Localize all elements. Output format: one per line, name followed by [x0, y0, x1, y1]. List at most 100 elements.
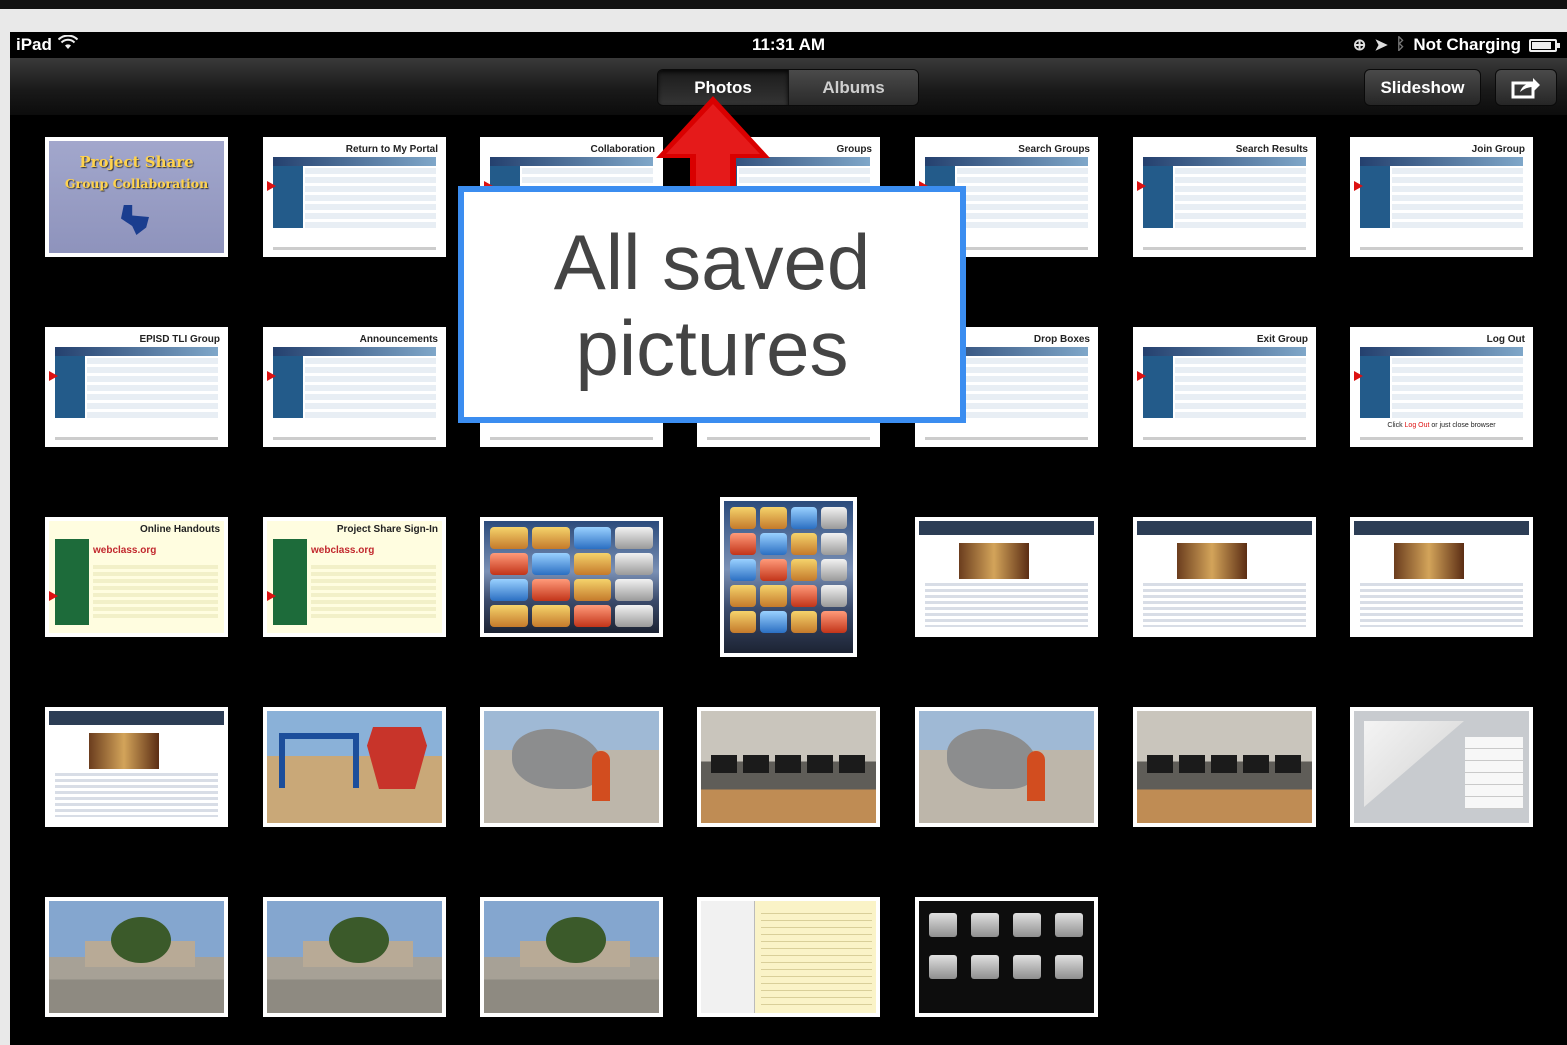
- page-curl: [1364, 721, 1464, 807]
- app-icon: [820, 611, 847, 633]
- photo-thumbnail[interactable]: Announcements: [263, 327, 446, 447]
- slide-sidebar: [273, 166, 303, 228]
- app-icon: [730, 507, 757, 529]
- photo-thumbnail[interactable]: [45, 897, 228, 1017]
- photo-thumbnail[interactable]: Exit Group: [1133, 327, 1316, 447]
- webclass-logo: webclass.org: [311, 545, 375, 556]
- slide-title: Join Group: [1471, 144, 1525, 155]
- photo-thumbnail[interactable]: Project Share Group Collaboration: [45, 137, 228, 257]
- photo-image: [1137, 711, 1312, 823]
- photo-image: Announcements: [267, 331, 442, 443]
- texas-star-logo: [121, 205, 149, 235]
- webclass-logo: webclass.org: [93, 545, 157, 556]
- app-icon: [760, 585, 787, 607]
- maps-menu: [1465, 737, 1523, 809]
- slide-title: Collaboration: [590, 144, 655, 155]
- photo-thumbnail[interactable]: EPISD TLI Group: [45, 327, 228, 447]
- photo-thumbnail[interactable]: Join Group: [1350, 137, 1533, 257]
- document-thumbnail: [929, 955, 957, 979]
- slide-footer: [273, 247, 436, 250]
- app-icon: [490, 527, 528, 549]
- photo-thumbnail[interactable]: Log Out Click Log Out or just close brows…: [1350, 327, 1533, 447]
- photo-thumbnail[interactable]: Online Handouts webclass.org: [45, 517, 228, 637]
- app-icon: [730, 611, 757, 633]
- photo-image: Join Group: [1354, 141, 1529, 253]
- document-thumbnail: [1055, 913, 1083, 937]
- photo-image: [1354, 521, 1529, 633]
- document-thumbnail: [971, 913, 999, 937]
- photo-image: [49, 711, 224, 823]
- computer-monitor: [1211, 755, 1237, 773]
- slide-sidebar: [55, 356, 85, 418]
- callout-text: All saved pictures: [553, 217, 871, 392]
- app-icon: [790, 585, 817, 607]
- slide-banner: [273, 347, 436, 356]
- photo-thumbnail[interactable]: [915, 707, 1098, 827]
- photo-thumbnail[interactable]: Project Share Sign-In webclass.org: [263, 517, 446, 637]
- web-header: [49, 711, 224, 725]
- playground-frame: [279, 733, 359, 788]
- tree: [546, 917, 606, 963]
- app-icon: [531, 553, 570, 575]
- photo-image: [724, 501, 853, 653]
- computer-monitor: [1147, 755, 1173, 773]
- photo-image: EPISD TLI Group: [49, 331, 224, 443]
- slide-body: [305, 358, 436, 418]
- photo-thumbnail[interactable]: [263, 707, 446, 827]
- sign-post: [1027, 751, 1045, 801]
- share-button[interactable]: [1495, 69, 1557, 106]
- slideshow-button[interactable]: Slideshow: [1364, 69, 1481, 106]
- photo-thumbnail[interactable]: [263, 897, 446, 1017]
- photo-image: [267, 901, 442, 1013]
- photo-thumbnail[interactable]: [697, 707, 880, 827]
- slide-body: [87, 358, 218, 418]
- app-icon: [490, 553, 528, 575]
- app-icon: [820, 585, 847, 607]
- red-pointer-icon: [1137, 371, 1146, 381]
- photo-thumbnail[interactable]: [1133, 517, 1316, 637]
- bluetooth-icon: ᛒ: [1395, 36, 1406, 53]
- app-icon: [490, 605, 528, 627]
- photo-thumbnail[interactable]: [480, 897, 663, 1017]
- document-thumbnail: [929, 913, 957, 937]
- photo-thumbnail[interactable]: [1350, 707, 1533, 827]
- slide-caption: Click Log Out or just close browser: [1354, 422, 1529, 429]
- sign-post: [592, 751, 610, 801]
- status-right: ⊕ ➤ ᛒ Not Charging: [1353, 35, 1560, 55]
- photo-thumbnail[interactable]: [720, 497, 857, 657]
- photo-thumbnail[interactable]: [480, 517, 663, 637]
- app-icon: [760, 507, 787, 529]
- app-icon: [615, 605, 653, 627]
- photo-thumbnail[interactable]: [1350, 517, 1533, 637]
- app-icon: [790, 533, 817, 555]
- cover-title: Project Share: [79, 153, 194, 171]
- slide-footer: [925, 437, 1088, 440]
- tree: [329, 917, 389, 963]
- app-icon: [615, 527, 653, 549]
- photo-image: Log Out Click Log Out or just close brows…: [1354, 331, 1529, 443]
- web-banner-image: [1394, 543, 1464, 579]
- photo-thumbnail[interactable]: [915, 517, 1098, 637]
- status-bar: iPad 11:31 AM ⊕ ➤ ᛒ Not Charging: [10, 32, 1567, 58]
- slide-banner: [1360, 347, 1523, 356]
- computer-monitor: [743, 755, 769, 773]
- tab-albums[interactable]: Albums: [788, 70, 918, 105]
- slide-footer: [55, 437, 218, 440]
- sculpture: [512, 729, 602, 789]
- photo-thumbnail[interactable]: [1133, 707, 1316, 827]
- photo-thumbnail[interactable]: [915, 897, 1098, 1017]
- slide-body: [1175, 358, 1306, 418]
- photo-thumbnail[interactable]: [45, 707, 228, 827]
- photo-thumbnail[interactable]: [480, 707, 663, 827]
- location-icon: ➤: [1374, 37, 1388, 54]
- slide-body: [957, 168, 1088, 228]
- photo-image: Search Results: [1137, 141, 1312, 253]
- photo-thumbnail[interactable]: Return to My Portal: [263, 137, 446, 257]
- web-header: [919, 521, 1094, 535]
- app-icon: [490, 579, 528, 601]
- photo-thumbnail[interactable]: Search Results: [1133, 137, 1316, 257]
- slide-sidebar: [1360, 166, 1390, 228]
- all-saved-pictures-callout: All saved pictures: [458, 186, 966, 423]
- photo-thumbnail[interactable]: [697, 897, 880, 1017]
- document-thumbnail: [1013, 913, 1041, 937]
